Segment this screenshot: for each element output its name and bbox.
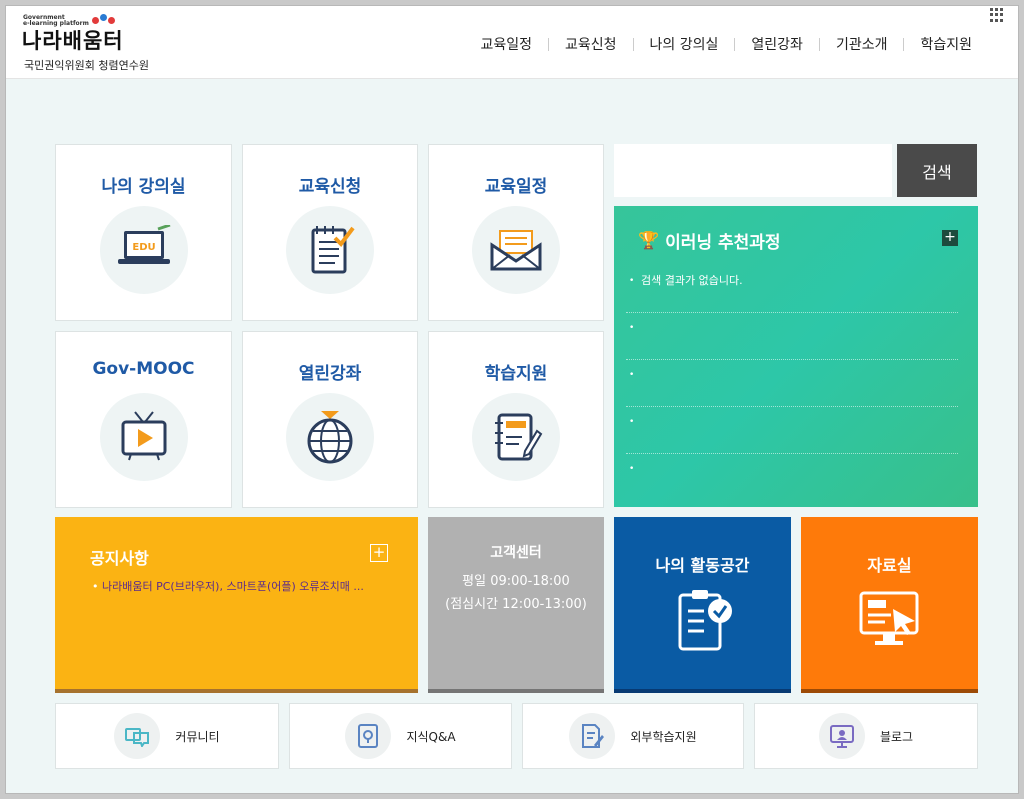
envelope-icon	[472, 206, 560, 294]
logo-subtitle: 국민권익위원회 청렴연수원	[24, 59, 149, 72]
edu-badge: EDU	[132, 242, 155, 253]
list-item	[626, 360, 958, 407]
all-menu-grid-icon[interactable]	[990, 8, 1004, 22]
nav-learning-support[interactable]: 학습지원	[904, 34, 988, 54]
tile-my-classroom[interactable]: 나의 강의실 EDU	[55, 144, 232, 321]
document-pencil-icon	[569, 713, 616, 759]
tv-play-icon	[99, 393, 188, 481]
my-activity-button[interactable]: 나의 활동공간	[614, 517, 791, 693]
chat-bubbles-icon	[114, 713, 161, 759]
tile-label: 교육신청	[298, 177, 362, 197]
archive-button[interactable]: 자료실	[801, 517, 978, 693]
nav-education-schedule[interactable]: 교육일정	[464, 34, 548, 54]
external-learning-link[interactable]: 외부학습지원	[522, 703, 744, 769]
globe-icon	[286, 393, 374, 481]
knowledge-qa-label: 지식Q&A	[406, 729, 456, 744]
blog-monitor-icon	[818, 713, 865, 759]
clipboard-check-icon	[668, 587, 738, 657]
list-item	[626, 407, 958, 454]
recommended-course-list: 검색 결과가 없습니다.	[626, 266, 958, 501]
tile-label: 교육일정	[484, 177, 548, 197]
external-learning-label: 외부학습지원	[630, 729, 697, 744]
archive-title: 자료실	[867, 556, 912, 575]
list-item	[626, 313, 958, 360]
tile-learning-support[interactable]: 학습지원	[428, 331, 604, 508]
list-item: 검색 결과가 없습니다.	[626, 266, 958, 313]
tile-label: Gov-MOOC	[92, 359, 195, 379]
my-activity-title: 나의 활동공간	[655, 556, 750, 575]
notice-title: 공지사항	[90, 549, 149, 568]
search-button[interactable]: 검색	[897, 144, 977, 197]
knowledge-qa-link[interactable]: 지식Q&A	[289, 703, 512, 769]
customer-center-title: 고객센터	[490, 545, 542, 561]
nav-my-classroom[interactable]: 나의 강의실	[634, 34, 735, 54]
tile-education-schedule[interactable]: 교육일정	[428, 144, 604, 321]
tile-label: 학습지원	[484, 364, 548, 384]
page-frame: Government e-learning platform 나라배움터 국민권…	[5, 5, 1019, 794]
monitor-cursor-icon	[855, 587, 925, 657]
book-pin-icon	[345, 713, 392, 759]
recommended-courses-panel: 🏆 이러닝 추천과정 + 검색 결과가 없습니다.	[614, 206, 978, 507]
main-nav: 교육일정 교육신청 나의 강의실 열린강좌 기관소개 학습지원	[464, 34, 988, 54]
notice-item-link[interactable]: 나라배움터 PC(브라우저), 스마트폰(어플) 오류조치매 ...	[92, 578, 382, 594]
notice-panel: 공지사항 + 나라배움터 PC(브라우저), 스마트폰(어플) 오류조치매 ..…	[55, 517, 418, 693]
tile-education-apply[interactable]: 교육신청	[242, 144, 418, 321]
nav-education-apply[interactable]: 교육신청	[549, 34, 633, 54]
community-link[interactable]: 커뮤니티	[55, 703, 279, 769]
tile-gov-mooc[interactable]: Gov-MOOC	[55, 331, 232, 508]
nav-about[interactable]: 기관소개	[820, 34, 904, 54]
notebook-pencil-icon	[472, 393, 560, 481]
notice-more-button[interactable]: +	[370, 544, 388, 562]
tile-label: 나의 강의실	[101, 177, 186, 197]
customer-center-panel: 고객센터 평일 09:00-18:00 (점심시간 12:00-13:00)	[428, 517, 604, 693]
recommended-courses-label: 이러닝 추천과정	[665, 233, 781, 253]
tile-open-lectures[interactable]: 열린강좌	[242, 331, 418, 508]
list-item	[626, 454, 958, 501]
community-label: 커뮤니티	[175, 729, 220, 744]
site-header: Government e-learning platform 나라배움터 국민권…	[6, 6, 1018, 79]
site-logo[interactable]: 나라배움터	[22, 25, 124, 55]
notepad-check-icon	[286, 206, 374, 294]
tile-label: 열린강좌	[298, 364, 362, 384]
recommended-courses-title: 🏆 이러닝 추천과정	[638, 228, 781, 254]
customer-center-hours: 평일 09:00-18:00	[462, 574, 570, 589]
search-input[interactable]	[614, 144, 892, 197]
trophy-icon: 🏆	[638, 230, 660, 251]
edu-laptop-icon: EDU	[99, 206, 188, 294]
recommended-more-button[interactable]: +	[942, 230, 958, 246]
nav-open-lectures[interactable]: 열린강좌	[735, 34, 819, 54]
customer-center-lunch: (점심시간 12:00-13:00)	[445, 597, 587, 612]
blog-link[interactable]: 블로그	[754, 703, 978, 769]
blog-label: 블로그	[879, 729, 914, 744]
